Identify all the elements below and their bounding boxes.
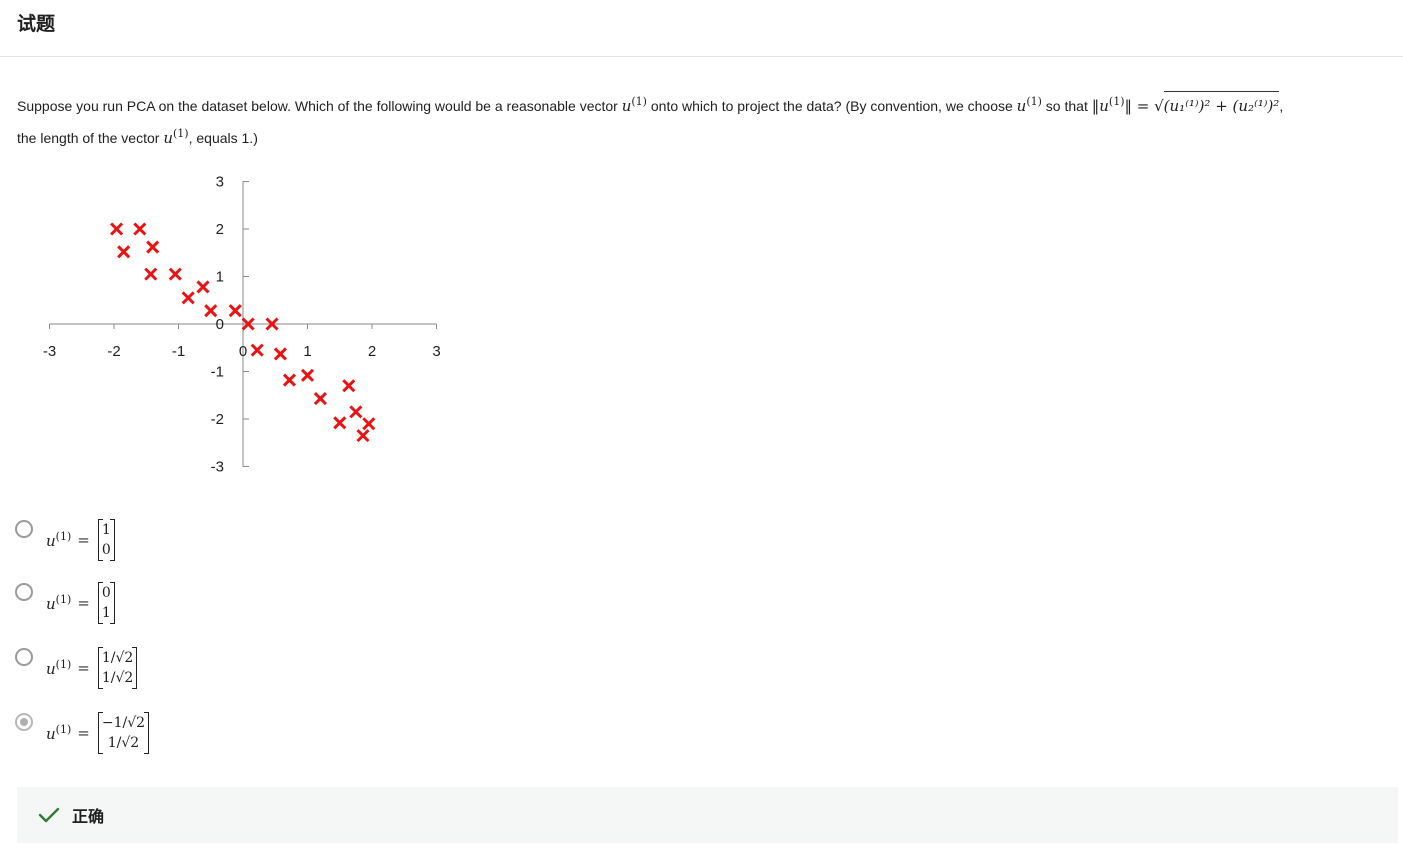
data-point-marker xyxy=(300,368,315,382)
data-point-marker xyxy=(356,429,370,443)
question-part-5: the length of the vector xyxy=(17,130,164,146)
y-tick-label: 2 xyxy=(216,221,224,238)
sqrt-expression: (u₁⁽¹⁾)² + (u₂⁽¹⁾)² xyxy=(1163,91,1280,120)
data-point-marker xyxy=(133,222,147,236)
option-label: u(1) = 0 1 xyxy=(46,582,115,624)
option-lhs-symbol: u xyxy=(46,595,56,613)
vector-matrix: 0 1 xyxy=(97,582,115,624)
option-lhs-symbol: u xyxy=(46,725,56,743)
vector-matrix: −1/√2 1/√2 xyxy=(97,712,150,754)
question-part-4: , xyxy=(1279,98,1284,114)
y-tick-label: 1 xyxy=(216,269,224,286)
x-tick-label: 2 xyxy=(368,343,376,360)
matrix-row-2: 1 xyxy=(101,605,111,621)
option-lhs: u(1) xyxy=(46,658,71,678)
equals-sign: = xyxy=(77,531,90,549)
option-lhs-symbol: u xyxy=(46,532,56,550)
x-tick-label: -2 xyxy=(107,343,120,360)
x-tick-label: 1 xyxy=(303,343,311,360)
option-label: u(1) = −1/√2 1/√2 xyxy=(46,712,150,754)
x-tick-label: -1 xyxy=(172,343,185,360)
option-lhs: u(1) xyxy=(46,593,71,613)
data-point-marker xyxy=(204,304,218,318)
equals-sign: = xyxy=(77,594,90,612)
option-label: u(1) = 1 0 xyxy=(46,519,115,561)
vector-u: u xyxy=(1016,97,1027,115)
data-point-marker xyxy=(181,291,195,305)
result-banner: 正确 xyxy=(17,787,1398,843)
equals-sign: = xyxy=(77,659,90,677)
option-lhs: u(1) xyxy=(46,530,71,550)
data-point-marker xyxy=(146,240,160,254)
option-lhs-sup: (1) xyxy=(55,658,72,671)
question-part-3: so that xyxy=(1041,98,1092,114)
data-point-marker xyxy=(313,392,327,406)
scatter-plot-svg: -3 -2 -1 0 1 2 3 3 2 1 0 -1 -2 -3 xyxy=(43,174,441,476)
question-part-6: , equals 1.) xyxy=(188,130,258,146)
data-point-marker xyxy=(362,417,376,431)
x-tick-label: 3 xyxy=(432,343,440,360)
option-2[interactable]: u(1) = 0 1 xyxy=(15,578,415,638)
y-tick-label: -3 xyxy=(211,459,224,476)
vector-u: u xyxy=(621,97,632,115)
option-lhs: u(1) xyxy=(46,723,71,743)
data-point-marker xyxy=(117,245,131,259)
data-point-marker xyxy=(349,405,363,419)
option-lhs-sup: (1) xyxy=(55,593,72,606)
page-title: 试题 xyxy=(17,13,56,35)
y-tick-label: 3 xyxy=(216,174,224,191)
x-tick-label: -3 xyxy=(43,343,56,360)
question-text: Suppose you run PCA on the dataset below… xyxy=(17,88,1397,152)
vector-u-superscript: (1) xyxy=(631,95,647,108)
data-point-marker xyxy=(282,373,297,387)
matrix-row-2: 1/√2 xyxy=(107,735,140,751)
option-lhs-sup: (1) xyxy=(55,723,72,736)
matrix-row-1: 1/√2 xyxy=(101,650,134,666)
vector-matrix: 1 0 xyxy=(97,519,115,561)
option-lhs-symbol: u xyxy=(46,660,56,678)
data-point-marker xyxy=(196,280,210,294)
norm-close: ‖ = xyxy=(1124,97,1155,115)
radio-button[interactable] xyxy=(15,583,33,601)
data-point-marker xyxy=(273,347,287,361)
radio-button-selected[interactable] xyxy=(15,713,33,731)
y-tick-label: 0 xyxy=(216,316,224,333)
option-label: u(1) = 1/√2 1/√2 xyxy=(46,647,138,689)
page-header: 试题 xyxy=(0,0,1403,57)
matrix-row-2: 1/√2 xyxy=(101,670,134,686)
matrix-row-2: 0 xyxy=(101,542,111,558)
check-icon xyxy=(38,807,60,823)
vector-u-superscript: (1) xyxy=(1026,95,1042,108)
matrix-row-1: −1/√2 xyxy=(101,715,146,731)
question-part-1: Suppose you run PCA on the dataset below… xyxy=(17,98,622,114)
scatter-plot: -3 -2 -1 0 1 2 3 3 2 1 0 -1 -2 -3 xyxy=(30,168,450,478)
option-3[interactable]: u(1) = 1/√2 1/√2 xyxy=(15,643,415,703)
option-1[interactable]: u(1) = 1 0 xyxy=(15,515,415,575)
data-point-marker xyxy=(144,267,158,281)
equals-sign: = xyxy=(77,724,90,742)
norm-expression: ‖u xyxy=(1091,97,1109,115)
sqrt-sign: √ xyxy=(1154,97,1164,115)
data-point-marker xyxy=(342,379,356,393)
y-tick-label: -1 xyxy=(211,364,224,381)
matrix-row-1: 0 xyxy=(101,585,111,601)
radio-button[interactable] xyxy=(15,520,33,538)
x-tick-label: 0 xyxy=(239,343,247,360)
option-4[interactable]: u(1) = −1/√2 1/√2 xyxy=(15,708,415,768)
data-point-marker xyxy=(228,304,242,318)
radio-button[interactable] xyxy=(15,648,33,666)
question-part-2: onto which to project the data? (By conv… xyxy=(646,98,1017,114)
data-point-marker xyxy=(250,343,264,357)
data-point-marker xyxy=(333,416,347,430)
data-point-marker xyxy=(110,222,124,236)
y-tick-label: -2 xyxy=(211,411,224,428)
result-label: 正确 xyxy=(72,807,105,826)
vector-matrix: 1/√2 1/√2 xyxy=(97,647,138,689)
vector-u: u xyxy=(163,129,173,147)
data-point-marker xyxy=(168,267,182,281)
vector-u-superscript: (1) xyxy=(173,127,189,140)
option-lhs-sup: (1) xyxy=(55,530,72,543)
norm-superscript: (1) xyxy=(1108,95,1125,108)
matrix-row-1: 1 xyxy=(101,522,111,538)
